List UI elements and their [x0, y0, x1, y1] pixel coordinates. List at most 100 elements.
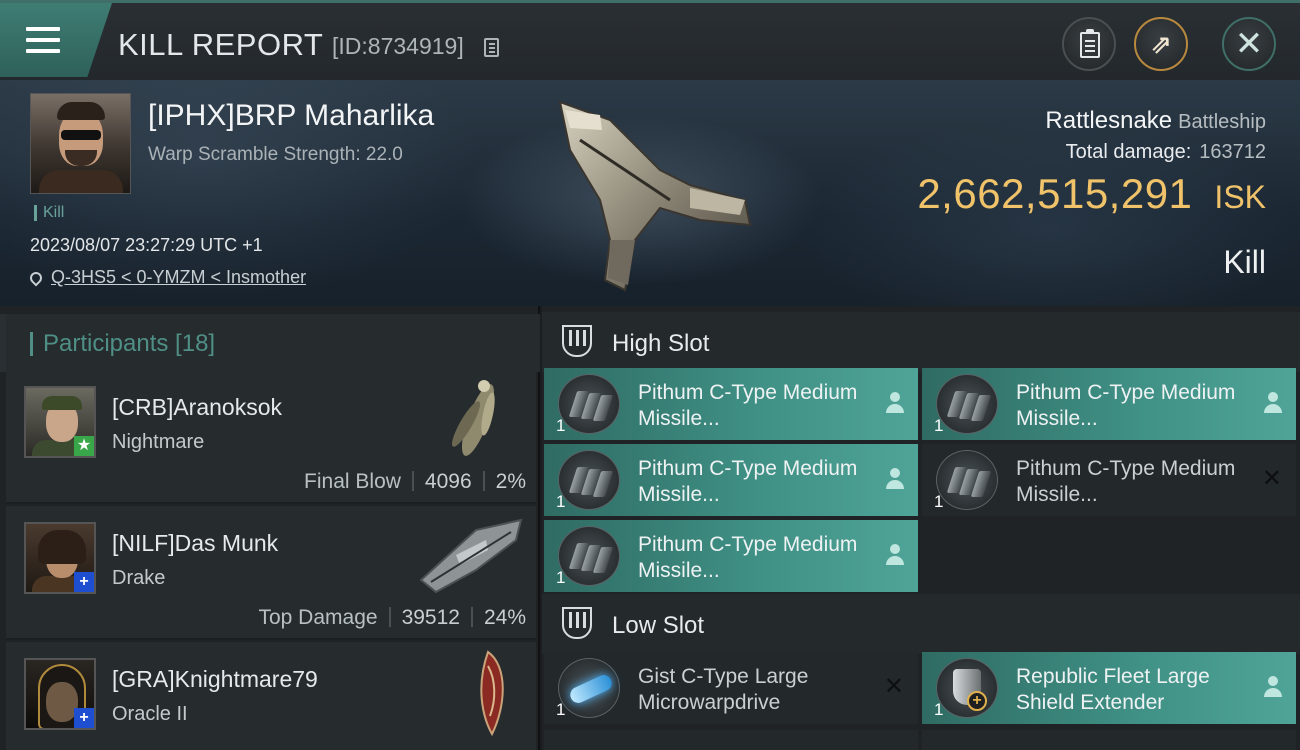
participant-avatar: ★ — [24, 386, 96, 458]
kill-datetime: 2023/08/07 23:27:29 UTC +1 — [30, 235, 263, 255]
participant-role: Final Blow — [304, 470, 401, 493]
isk-value: 2,662,515,291 ISK — [917, 170, 1266, 218]
high-slot-title: High Slot — [612, 330, 710, 357]
participant-row[interactable]: + [NILF]Das Munk Drake Top Damage 39512 24… — [6, 506, 536, 640]
module-name: Pithum C-Type Medium Missile... — [1016, 381, 1236, 430]
participant-role: Top Damage — [258, 606, 378, 629]
victim-name[interactable]: [IPHX]BRP Maharlika — [148, 99, 434, 133]
low-slot-icon — [562, 607, 592, 639]
total-damage-value: 163712 — [1199, 141, 1266, 163]
warp-scramble-strength: Warp Scramble Strength: 22.0 — [148, 144, 403, 165]
module-high-4[interactable]: 1 Pithum C-Type Medium Missile... ✕ — [922, 444, 1296, 516]
module-low-1[interactable]: 1 Gist C-Type Large Microwarpdrive ✕ — [544, 652, 918, 724]
participant-ship-image — [419, 518, 523, 594]
module-qty: 1 — [556, 568, 566, 587]
module-low-4[interactable] — [922, 730, 1296, 750]
kill-result: Kill — [1223, 244, 1266, 280]
isk-unit: ISK — [1214, 179, 1266, 215]
microwarpdrive-icon — [558, 658, 620, 718]
module-name: Pithum C-Type Medium Missile... — [638, 457, 858, 506]
top-bar: KILL REPORT [ID:8734919] ⇗ ✕ — [0, 0, 1300, 80]
participant-damage: 39512 — [401, 606, 460, 629]
close-button[interactable]: ✕ — [1222, 17, 1276, 71]
low-slot-title: Low Slot — [612, 612, 705, 639]
participants-panel: Participants [18] ★ [CRB]Aranoksok Night… — [0, 306, 540, 750]
high-slot-header: High Slot — [542, 312, 1300, 372]
kill-location[interactable]: Q-3HS5 < 0-YMZM < Insmother — [27, 267, 306, 288]
kill-tag: Kill — [34, 205, 64, 221]
victim-ship-type[interactable]: Rattlesnake Battleship — [1045, 107, 1266, 135]
participants-header: Participants [18] — [0, 314, 540, 372]
participant-ship: Drake — [112, 567, 166, 589]
module-high-3[interactable]: 1 Pithum C-Type Medium Missile... — [544, 444, 918, 516]
share-icon: ⇗ — [1150, 28, 1172, 59]
isk-amount: 2,662,515,291 — [917, 170, 1193, 217]
missile-launcher-icon — [936, 374, 998, 434]
module-name: Pithum C-Type Medium Missile... — [1016, 457, 1236, 506]
location-pin-icon — [27, 269, 45, 287]
participant-percent: 2% — [495, 470, 526, 493]
person-icon — [886, 468, 904, 490]
module-low-3[interactable] — [544, 730, 918, 750]
hamburger-icon — [26, 27, 60, 31]
person-icon — [886, 392, 904, 414]
module-qty: 1 — [556, 700, 566, 719]
participant-badge: + — [74, 708, 94, 728]
module-high-1[interactable]: 1 Pithum C-Type Medium Missile... — [544, 368, 918, 440]
report-id: [ID:8734919] — [332, 33, 464, 59]
person-icon — [1264, 676, 1282, 698]
module-qty: 1 — [556, 492, 566, 511]
participant-name: [CRB]Aranoksok — [112, 394, 283, 420]
module-name: Republic Fleet Large Shield Extender — [1016, 665, 1210, 714]
module-qty: 1 — [556, 416, 566, 435]
share-button[interactable]: ⇗ — [1134, 17, 1188, 71]
module-name: Gist C-Type Large Microwarpdrive — [638, 665, 809, 714]
menu-button[interactable] — [0, 3, 112, 77]
shield-extender-icon: + — [936, 658, 998, 718]
clipboard-button[interactable] — [1062, 17, 1116, 71]
module-high-5[interactable]: 1 Pithum C-Type Medium Missile... — [544, 520, 918, 592]
participant-row[interactable]: ★ [CRB]Aranoksok Nightmare Final Blow 409… — [6, 370, 536, 504]
participant-ship: Nightmare — [112, 431, 205, 453]
low-slot-header: Low Slot — [542, 594, 1300, 654]
module-name: Pithum C-Type Medium Missile... — [638, 381, 858, 430]
victim-banner: [IPHX]BRP Maharlika Warp Scramble Streng… — [0, 80, 1300, 306]
person-icon — [886, 544, 904, 566]
module-qty: 1 — [934, 416, 944, 435]
page-title: KILL REPORT — [118, 27, 324, 62]
module-low-2[interactable]: + 1 Republic Fleet Large Shield Extender — [922, 652, 1296, 724]
participants-title: Participants [18] — [30, 332, 215, 356]
participant-avatar: + — [24, 658, 96, 730]
missile-launcher-icon — [558, 450, 620, 510]
destroyed-x-icon: ✕ — [883, 673, 904, 700]
missile-launcher-icon — [936, 450, 998, 510]
victim-ship-name: Rattlesnake — [1045, 107, 1173, 134]
participant-percent: 24% — [483, 606, 526, 629]
clipboard-icon — [1080, 29, 1100, 58]
copy-icon[interactable] — [484, 38, 499, 57]
participant-damage: 4096 — [424, 470, 472, 493]
participant-badge: ★ — [74, 436, 94, 456]
participant-stats: Top Damage 39512 24% — [258, 606, 526, 630]
missile-launcher-icon — [558, 374, 620, 434]
victim-ship-class: Battleship — [1178, 111, 1266, 133]
module-qty: 1 — [934, 700, 944, 719]
person-icon — [1264, 392, 1282, 414]
participant-name: [GRA]Knightmare79 — [112, 666, 318, 692]
participant-stats: Final Blow 4096 2% — [304, 470, 526, 494]
victim-portrait[interactable] — [30, 93, 131, 194]
participant-row[interactable]: + [GRA]Knightmare79 Oracle II — [6, 642, 536, 750]
destroyed-x-icon: ✕ — [1261, 465, 1282, 492]
high-slot-icon — [562, 325, 592, 357]
participant-ship-image — [480, 650, 504, 736]
victim-ship-image — [558, 100, 752, 292]
participant-ship-image — [452, 380, 495, 456]
participant-name: [NILF]Das Munk — [112, 530, 279, 556]
participant-badge: + — [74, 572, 94, 592]
fitting-panel: High Slot 1 Pithum C-Type Medium Missile… — [542, 306, 1300, 750]
location-link[interactable]: Q-3HS5 < 0-YMZM < Insmother — [51, 267, 306, 287]
close-icon: ✕ — [1234, 25, 1264, 63]
module-name: Pithum C-Type Medium Missile... — [638, 533, 858, 582]
total-damage: Total damage: 163712 — [1065, 141, 1266, 163]
module-high-2[interactable]: 1 Pithum C-Type Medium Missile... — [922, 368, 1296, 440]
